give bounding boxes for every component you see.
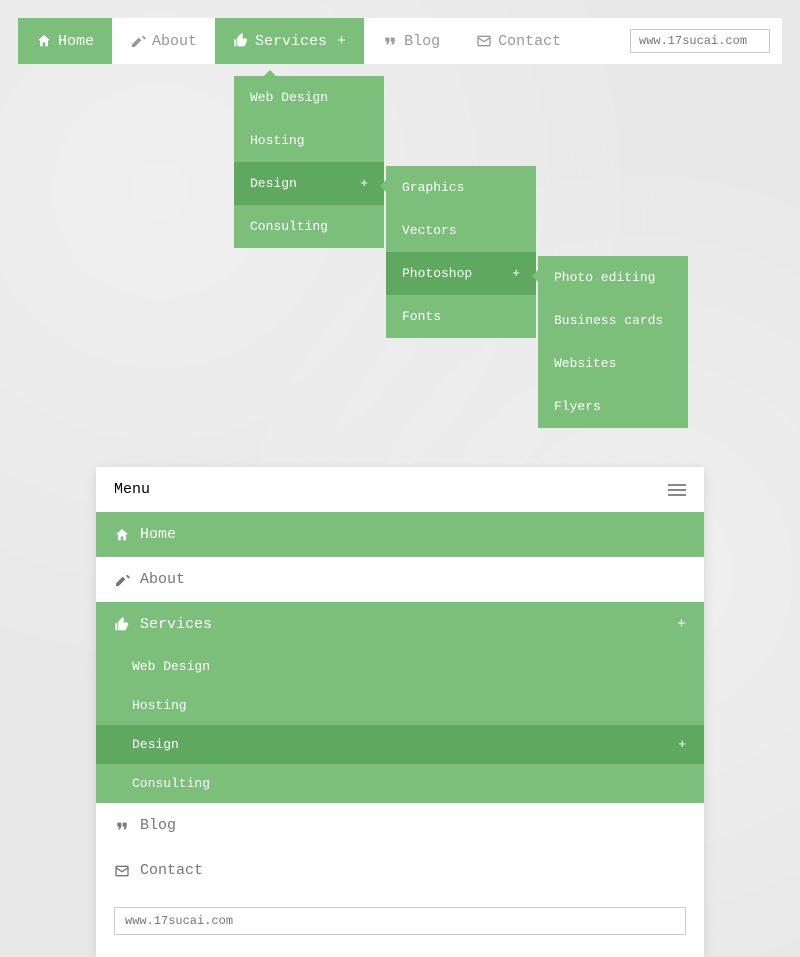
dd-photo-editing[interactable]: Photo editing — [538, 256, 688, 299]
mobile-services-label: Services — [140, 616, 212, 633]
mobile-sub-hosting[interactable]: Hosting — [96, 686, 704, 725]
plus-icon: + — [512, 266, 520, 281]
mobile-sub-webdesign[interactable]: Web Design — [96, 647, 704, 686]
dd-fonts[interactable]: Fonts — [386, 295, 536, 338]
nav-about[interactable]: About — [112, 18, 215, 64]
envelope-icon — [114, 863, 130, 879]
dd-vectors[interactable]: Vectors — [386, 209, 536, 252]
dd-photoshop[interactable]: Photoshop + — [386, 252, 536, 295]
nav-contact[interactable]: Contact — [458, 18, 579, 64]
dropdown-photoshop: Photo editing Business cards Websites Fl… — [538, 256, 688, 428]
mobile-contact[interactable]: Contact — [96, 848, 704, 893]
hamburger-icon — [668, 484, 686, 496]
dd-flyers-label: Flyers — [554, 399, 601, 414]
plus-icon: + — [360, 176, 368, 191]
dd-design-label: Design — [250, 176, 297, 191]
nav-contact-label: Contact — [498, 33, 561, 50]
search-input[interactable] — [630, 29, 770, 53]
nav-blog-label: Blog — [404, 33, 440, 50]
dd-consulting[interactable]: Consulting — [234, 205, 384, 248]
nav-services-label: Services — [255, 33, 327, 50]
mobile-services[interactable]: Services + — [96, 602, 704, 647]
home-icon — [114, 527, 130, 543]
mobile-about[interactable]: About — [96, 557, 704, 602]
mobile-menu-label: Menu — [114, 481, 150, 498]
dd-vectors-label: Vectors — [402, 223, 457, 238]
dd-hosting[interactable]: Hosting — [234, 119, 384, 162]
plus-icon: + — [678, 737, 686, 752]
nav-home[interactable]: Home — [18, 18, 112, 64]
dd-web-design-label: Web Design — [250, 90, 328, 105]
dd-photoshop-label: Photoshop — [402, 266, 472, 281]
mobile-contact-label: Contact — [140, 862, 203, 879]
dd-graphics[interactable]: Graphics — [386, 166, 536, 209]
dd-hosting-label: Hosting — [250, 133, 305, 148]
mobile-search-input[interactable] — [114, 907, 686, 935]
mobile-sub-hosting-label: Hosting — [132, 698, 187, 713]
dd-fonts-label: Fonts — [402, 309, 441, 324]
home-icon — [36, 33, 52, 49]
mobile-home[interactable]: Home — [96, 512, 704, 557]
mobile-blog[interactable]: Blog — [96, 803, 704, 848]
dd-websites[interactable]: Websites — [538, 342, 688, 385]
dd-flyers[interactable]: Flyers — [538, 385, 688, 428]
mobile-sub-design[interactable]: Design + — [96, 725, 704, 764]
dd-business-cards-label: Business cards — [554, 313, 663, 328]
dropdown-design: Graphics Vectors Photoshop + Fonts — [386, 166, 536, 338]
edit-icon — [130, 33, 146, 49]
plus-icon: + — [337, 33, 346, 50]
dd-web-design[interactable]: Web Design — [234, 76, 384, 119]
nav-services[interactable]: Services + — [215, 18, 364, 64]
mobile-sub-webdesign-label: Web Design — [132, 659, 210, 674]
nav-search — [630, 18, 782, 64]
nav-home-label: Home — [58, 33, 94, 50]
dropdown-services: Web Design Hosting Design + Consulting — [234, 76, 384, 248]
top-nav: Home About Services + Blog Contact — [18, 18, 782, 64]
mobile-sub-design-label: Design — [132, 737, 179, 752]
plus-icon: + — [677, 616, 686, 633]
quote-icon — [382, 33, 398, 49]
quote-icon — [114, 818, 130, 834]
mobile-blog-label: Blog — [140, 817, 176, 834]
mobile-sub-consulting[interactable]: Consulting — [96, 764, 704, 803]
mobile-menu: Menu Home About Services + Web Design Ho… — [96, 467, 704, 957]
dd-consulting-label: Consulting — [250, 219, 328, 234]
dd-graphics-label: Graphics — [402, 180, 464, 195]
dd-business-cards[interactable]: Business cards — [538, 299, 688, 342]
thumbs-up-icon — [233, 33, 249, 49]
nav-blog[interactable]: Blog — [364, 18, 458, 64]
envelope-icon — [476, 33, 492, 49]
mobile-header[interactable]: Menu — [96, 467, 704, 512]
nav-about-label: About — [152, 33, 197, 50]
mobile-search — [96, 893, 704, 957]
thumbs-up-icon — [114, 617, 130, 633]
mobile-sub-consulting-label: Consulting — [132, 776, 210, 791]
edit-icon — [114, 572, 130, 588]
mobile-about-label: About — [140, 571, 185, 588]
mobile-home-label: Home — [140, 526, 176, 543]
dd-design[interactable]: Design + — [234, 162, 384, 205]
dd-websites-label: Websites — [554, 356, 616, 371]
dd-photo-editing-label: Photo editing — [554, 270, 655, 285]
